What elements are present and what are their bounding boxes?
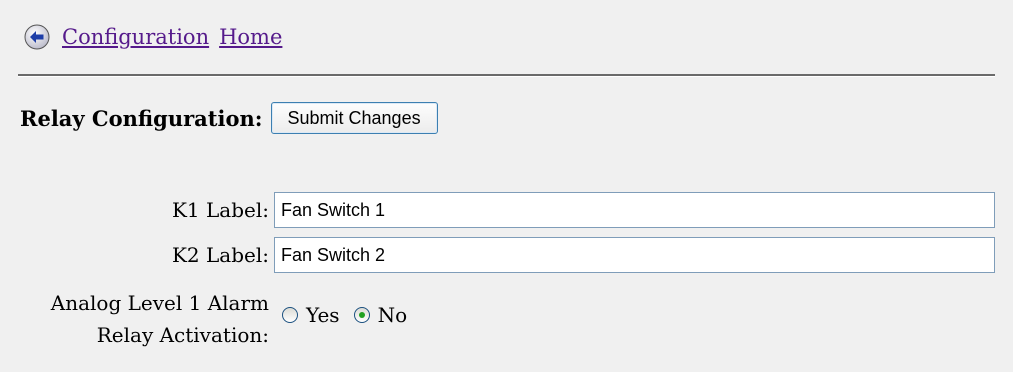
k1-label-input[interactable]: [274, 192, 995, 228]
relay-configuration-title: Relay Configuration:: [20, 105, 263, 131]
analog-alarm-label-line1: Analog Level 1 Alarm: [50, 291, 269, 315]
submit-changes-button[interactable]: Submit Changes: [270, 102, 438, 134]
relay-configuration-header: Relay Configuration: Submit Changes: [20, 102, 438, 134]
configuration-link[interactable]: Configuration: [62, 25, 209, 49]
no-radio-label[interactable]: No: [378, 303, 408, 327]
analog-alarm-label: Analog Level 1 Alarm Relay Activation:: [51, 287, 269, 351]
yes-radio[interactable]: [282, 307, 298, 323]
analog-alarm-label-line2: Relay Activation:: [96, 323, 269, 347]
radio-selected-dot: [358, 312, 365, 318]
top-navigation: Configuration Home: [24, 22, 282, 52]
header-divider: [18, 74, 995, 77]
back-arrow-icon[interactable]: [24, 24, 50, 50]
k1-label: K1 Label:: [171, 198, 269, 222]
k2-label: K2 Label:: [171, 243, 269, 267]
k2-label-input[interactable]: [274, 237, 995, 273]
relay-activation-radio-group: Yes No: [282, 303, 421, 327]
yes-radio-label[interactable]: Yes: [306, 303, 340, 327]
no-radio[interactable]: [353, 307, 370, 323]
home-link[interactable]: Home: [219, 25, 282, 49]
